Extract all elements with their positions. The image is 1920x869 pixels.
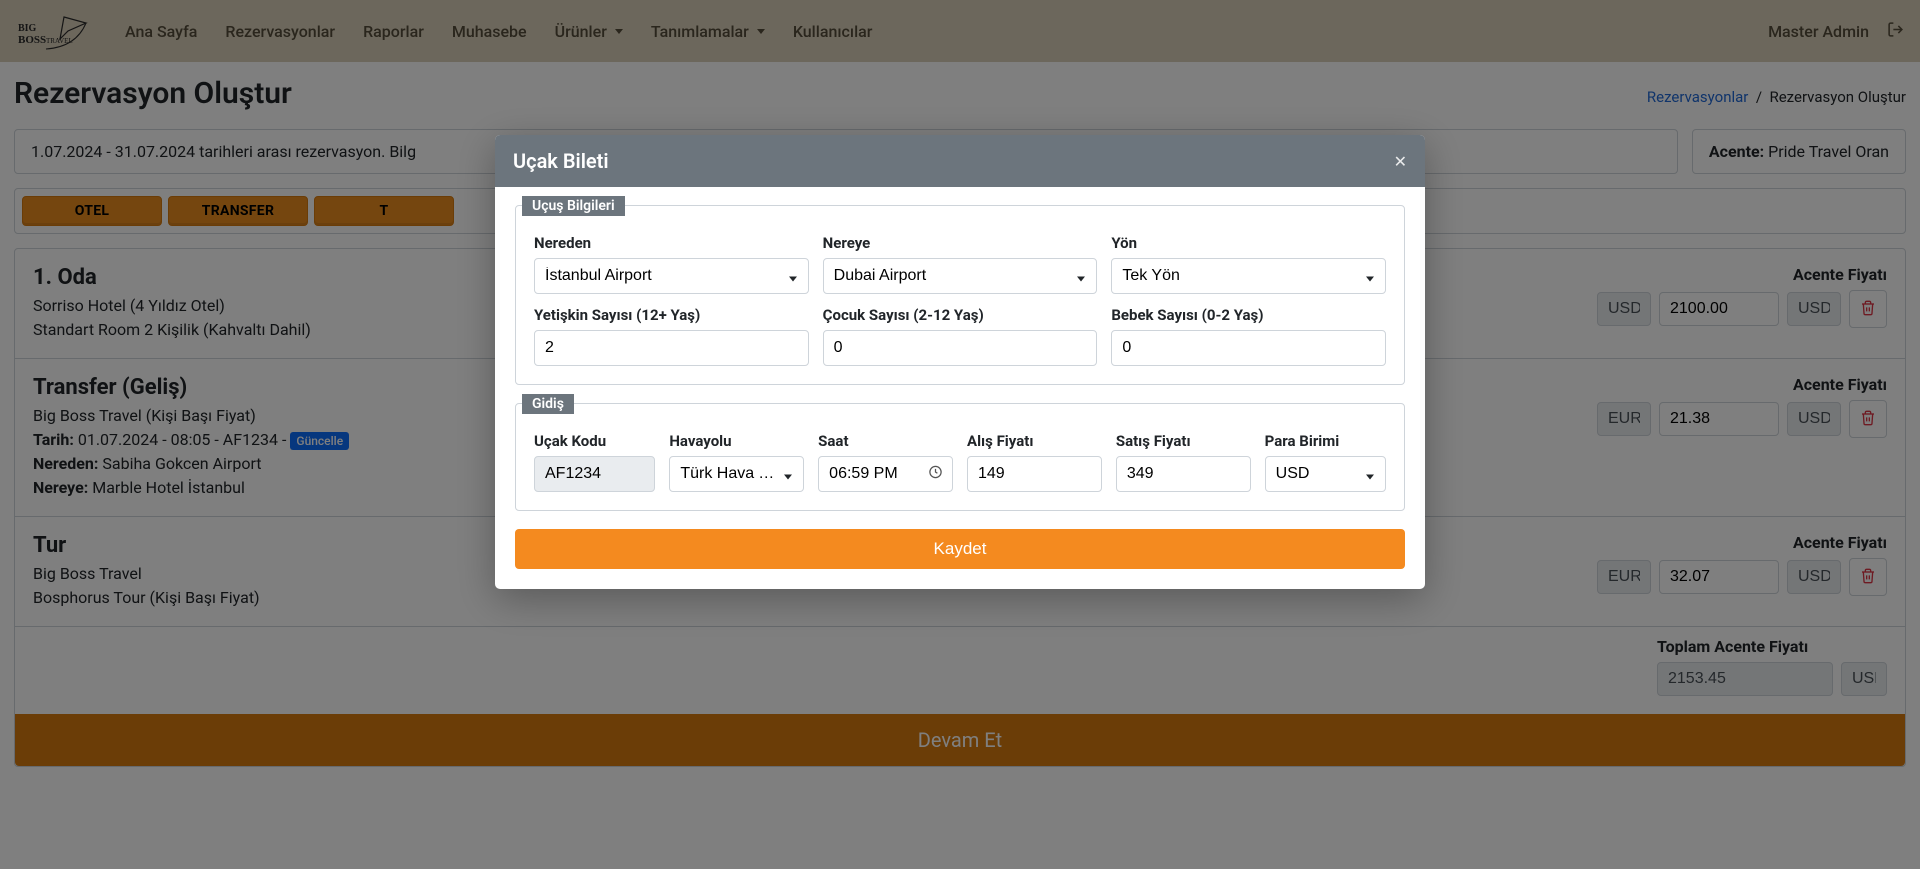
adult-label: Yetişkin Sayısı (12+ Yaş) xyxy=(534,306,809,324)
save-button[interactable]: Kaydet xyxy=(515,529,1405,569)
time-label: Saat xyxy=(818,432,953,450)
code-input xyxy=(534,456,655,492)
sell-input[interactable] xyxy=(1116,456,1251,492)
time-input[interactable] xyxy=(818,456,953,492)
direction-select[interactable] xyxy=(1111,258,1386,294)
close-icon[interactable]: ✕ xyxy=(1394,152,1407,171)
baby-input[interactable] xyxy=(1111,330,1386,366)
to-label: Nereye xyxy=(823,234,1098,252)
buy-label: Alış Fiyatı xyxy=(967,432,1102,450)
section-title: Uçuş Bilgileri xyxy=(522,196,625,216)
from-select[interactable] xyxy=(534,258,809,294)
airline-select[interactable] xyxy=(669,456,804,492)
code-label: Uçak Kodu xyxy=(534,432,655,450)
from-label: Nereden xyxy=(534,234,809,252)
child-input[interactable] xyxy=(823,330,1098,366)
buy-input[interactable] xyxy=(967,456,1102,492)
adult-input[interactable] xyxy=(534,330,809,366)
to-select[interactable] xyxy=(823,258,1098,294)
currency-label: Para Birimi xyxy=(1265,432,1386,450)
modal-overlay[interactable]: Uçak Bileti ✕ Uçuş Bilgileri Nereden Ner… xyxy=(0,0,1920,869)
currency-select[interactable] xyxy=(1265,456,1386,492)
direction-label: Yön xyxy=(1111,234,1386,252)
modal-title: Uçak Bileti xyxy=(513,149,609,173)
flight-info-section: Uçuş Bilgileri Nereden Nereye xyxy=(515,205,1405,385)
airline-label: Havayolu xyxy=(669,432,804,450)
baby-label: Bebek Sayısı (0-2 Yaş) xyxy=(1111,306,1386,324)
child-label: Çocuk Sayısı (2-12 Yaş) xyxy=(823,306,1098,324)
section-title: Gidiş xyxy=(522,394,574,414)
sell-label: Satış Fiyatı xyxy=(1116,432,1251,450)
departure-section: Gidiş Uçak Kodu Havayolu Saat xyxy=(515,403,1405,511)
flight-ticket-modal: Uçak Bileti ✕ Uçuş Bilgileri Nereden Ner… xyxy=(495,135,1425,589)
